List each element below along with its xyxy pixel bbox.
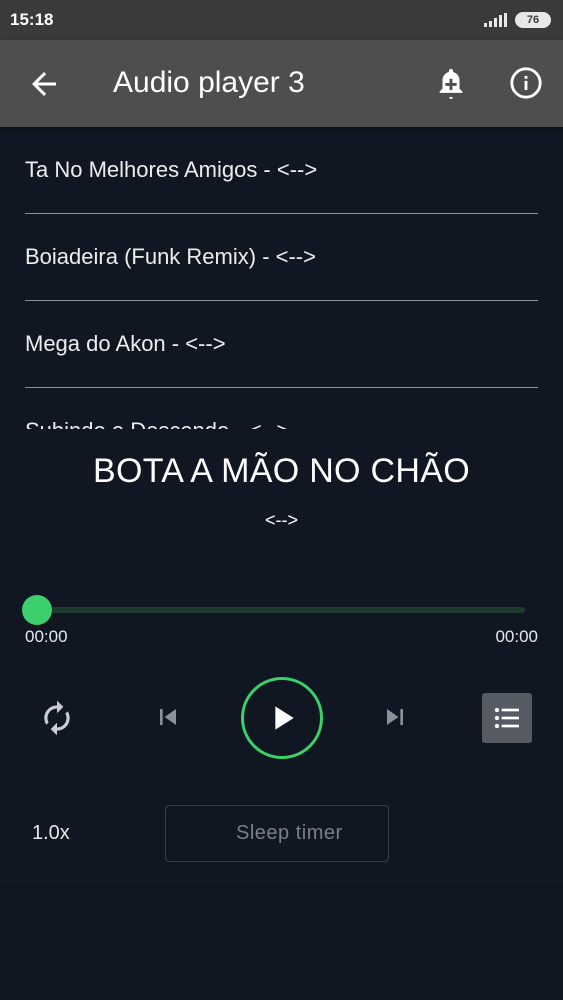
battery-level: 76 [526, 13, 540, 26]
seek-thumb[interactable] [22, 595, 52, 625]
battery-icon: 76 [515, 12, 551, 28]
page-title: Audio player 3 [113, 66, 305, 99]
total-time: 00:00 [495, 627, 538, 646]
track-label: Ta No Melhores Amigos - <--> [25, 157, 318, 182]
bell-plus-icon [439, 68, 463, 100]
track-label: Mega do Akon - <--> [25, 331, 226, 356]
previous-button[interactable] [152, 701, 184, 733]
bottom-area [0, 880, 563, 1000]
playlist-item[interactable]: Mega do Akon - <--> [25, 301, 538, 388]
moon-icon [199, 822, 212, 846]
status-bar: 15:18 76 [0, 0, 563, 40]
repeat-button[interactable] [38, 699, 76, 737]
now-playing-artist: <--> [264, 510, 298, 530]
playlist-item[interactable]: Ta No Melhores Amigos - <--> [25, 127, 538, 214]
skip-next-icon [387, 709, 403, 725]
signal-icon [484, 13, 507, 27]
next-button[interactable] [379, 701, 411, 733]
skip-previous-icon [160, 709, 176, 725]
back-button[interactable] [26, 66, 62, 102]
status-time: 15:18 [10, 10, 54, 29]
playback-speed[interactable]: 1.0x [32, 822, 70, 845]
track-label: Boiadeira (Funk Remix) - <--> [25, 244, 316, 269]
playlist-item[interactable]: Subindo e Descendo - <--> [25, 388, 538, 429]
seek-bar[interactable] [37, 607, 525, 613]
info-circle-icon [510, 67, 542, 99]
add-alert-button[interactable] [434, 66, 468, 100]
list-icon [494, 707, 519, 729]
playlist-item[interactable]: Boiadeira (Funk Remix) - <--> [25, 214, 538, 301]
track-label: Subindo e Descendo - <--> [25, 418, 289, 429]
info-button[interactable] [509, 66, 543, 100]
play-button[interactable] [241, 677, 323, 759]
now-playing-title: BOTA A MÃO NO CHÃO [93, 452, 470, 490]
current-time: 00:00 [25, 627, 68, 646]
arrow-left-icon [32, 72, 56, 96]
sleep-timer-button[interactable]: Sleep timer [165, 805, 389, 862]
sleep-timer-label: Sleep timer [236, 822, 343, 844]
playlist-button[interactable] [482, 693, 532, 743]
playlist: Ta No Melhores Amigos - <--> Boiadeira (… [0, 127, 563, 429]
app-bar: Audio player 3 [0, 40, 563, 127]
play-icon [275, 706, 294, 730]
repeat-icon [44, 700, 70, 736]
status-indicators: 76 [484, 12, 551, 28]
